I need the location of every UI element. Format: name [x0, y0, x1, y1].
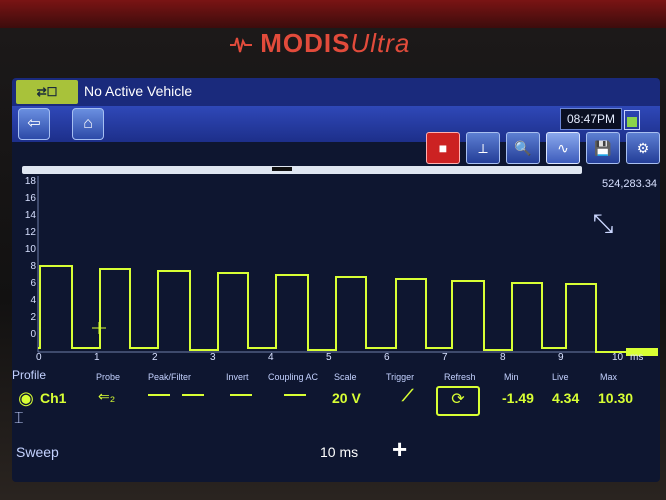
waveform-canvas	[37, 176, 658, 356]
peak-filter-header: Peak/Filter	[148, 372, 192, 382]
trigger-header: Trigger	[386, 372, 415, 382]
max-header: Max	[600, 372, 618, 382]
device-red-trim	[0, 0, 666, 28]
min-value: -1.49	[502, 390, 534, 406]
back-arrow-icon: ⇦	[27, 115, 41, 132]
device-bezel: MODISUltra ⇄☐ No Active Vehicle ⇦ ⌂ 08:4…	[0, 0, 666, 500]
x-tick-label: 1	[94, 352, 100, 363]
x-tick-label: 3	[210, 352, 216, 363]
timeline-scrollbar[interactable]	[22, 166, 582, 174]
waveform-icon: ∿	[557, 140, 569, 156]
live-header: Live	[552, 372, 569, 382]
cursor-icon: ⟂	[478, 140, 488, 156]
stop-icon: ■	[438, 140, 448, 156]
pulse-logo-icon	[230, 37, 252, 53]
save-button[interactable]: 💾	[586, 132, 620, 164]
sweep-value[interactable]: 10 ms	[320, 444, 358, 460]
filter-value[interactable]	[182, 394, 204, 396]
zoom-icon: 🔍	[514, 140, 532, 156]
probe-icon: ⇐₂	[98, 388, 116, 404]
save-icon: 💾	[594, 140, 612, 156]
home-button[interactable]: ⌂	[72, 108, 104, 140]
x-axis-labels: 0 1 2 3 4 5 6 7 8 9 10 ms	[36, 352, 643, 366]
coupling-value[interactable]	[284, 394, 306, 396]
toolbar: ■ ⟂ 🔍 ∿ 💾 ⚙	[420, 132, 660, 164]
refresh-button[interactable]: ⟳	[436, 386, 480, 416]
channel-list-icon[interactable]: ⌶	[14, 410, 24, 428]
refresh-header: Refresh	[444, 372, 476, 382]
invert-value[interactable]	[230, 394, 252, 396]
expand-icon[interactable]: ⤡	[586, 206, 620, 240]
x-tick-label: 9	[558, 352, 564, 363]
coupling-header: Coupling AC	[268, 372, 319, 382]
probe-selector[interactable]: ⇐₂	[98, 388, 138, 408]
min-header: Min	[504, 372, 519, 382]
footer-bar: ⌶ Sweep 10 ms +	[12, 410, 660, 482]
cursor-readout: 524,283.34	[602, 178, 658, 190]
clock-display: 08:47PM	[560, 108, 622, 130]
x-tick-label: 0	[36, 352, 42, 363]
x-tick-label: 7	[442, 352, 448, 363]
probe-header: Probe	[96, 372, 121, 382]
scale-value[interactable]: 20 V	[332, 390, 361, 406]
x-tick-label: 4	[268, 352, 274, 363]
x-tick-label: 6	[384, 352, 390, 363]
live-value: 4.34	[552, 390, 580, 406]
settings-button[interactable]: ⚙	[626, 132, 660, 164]
brand-suffix: Ultra	[350, 28, 411, 58]
refresh-icon: ⟳	[451, 391, 465, 408]
x-tick-label: 5	[326, 352, 332, 363]
trigger-slope-icon[interactable]: ⟋	[402, 388, 418, 406]
channel-name[interactable]: Ch1	[40, 390, 66, 406]
brand-name: MODIS	[260, 28, 351, 58]
ch1-trace	[38, 265, 638, 353]
title-bar: ⇄☐ No Active Vehicle	[12, 78, 660, 106]
eye-icon[interactable]: ◉	[14, 386, 38, 410]
peak-filter-value[interactable]	[148, 394, 170, 396]
gear-icon: ⚙	[636, 140, 650, 156]
battery-icon	[624, 110, 640, 130]
scope-mode-button[interactable]: ∿	[546, 132, 580, 164]
home-icon: ⌂	[83, 115, 93, 132]
scale-header: Scale	[334, 372, 357, 382]
sweep-label: Sweep	[16, 444, 59, 460]
invert-header: Invert	[226, 372, 249, 382]
x-tick-label: 8	[500, 352, 506, 363]
scrollbar-thumb[interactable]	[272, 167, 292, 171]
control-headers: Probe Peak/Filter Invert Coupling AC Sca…	[12, 372, 660, 386]
sweep-increase-button[interactable]: +	[392, 434, 407, 465]
back-button[interactable]: ⇦	[18, 108, 50, 140]
vehicle-select-icon[interactable]: ⇄☐	[16, 80, 78, 104]
page-title: No Active Vehicle	[84, 83, 193, 99]
max-value: 10.30	[598, 390, 634, 406]
x-tick-label: 10	[612, 352, 624, 363]
scope-plot[interactable]: 18 16 14 12 10 8 6 4 2 0 524,283.34 ⤡ 0 …	[12, 176, 660, 366]
channel-row: ◉ Ch1 ⇐₂ 20 V ⟋ ⟳ -1.49 4.34 10.30	[12, 386, 660, 416]
cursor-tool-button[interactable]: ⟂	[466, 132, 500, 164]
x-tick-label: 2	[152, 352, 158, 363]
x-unit-label: ms	[630, 352, 644, 363]
zoom-button[interactable]: 🔍	[506, 132, 540, 164]
device-screen: ⇄☐ No Active Vehicle ⇦ ⌂ 08:47PM ■ ⟂ 🔍 ∿…	[12, 78, 660, 482]
stop-button[interactable]: ■	[426, 132, 460, 164]
device-brand: MODISUltra	[230, 28, 460, 62]
